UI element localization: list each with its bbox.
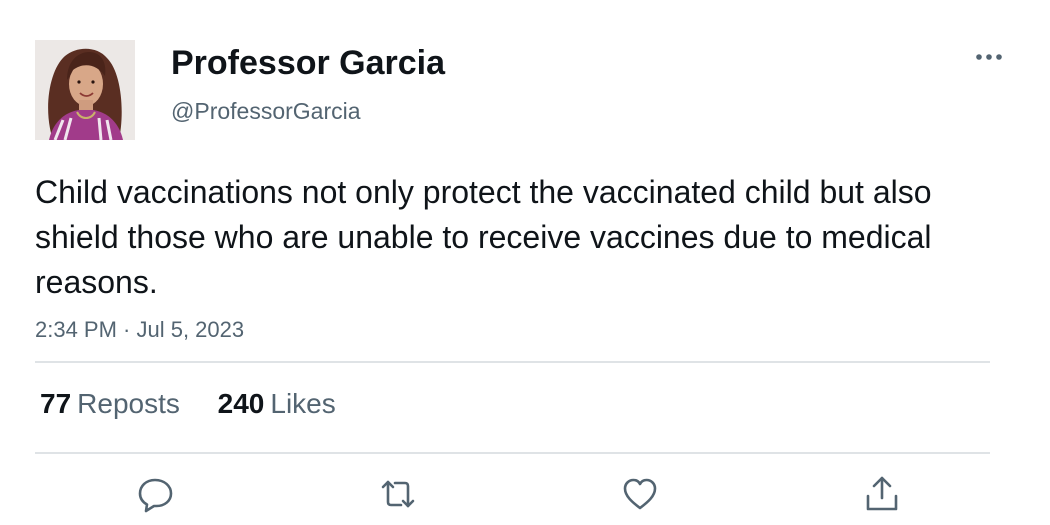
reply-icon[interactable] — [136, 474, 176, 514]
avatar[interactable] — [35, 40, 135, 140]
tweet-card: Professor Garcia @ProfessorGarcia Child … — [0, 0, 1050, 525]
profile-photo — [35, 40, 135, 140]
likes-label: Likes — [270, 388, 336, 419]
tweet-text: Child vaccinations not only protect the … — [35, 174, 932, 300]
like-icon[interactable] — [620, 474, 660, 514]
author-display-name[interactable]: Professor Garcia — [171, 43, 445, 83]
reposts-stat[interactable]: 77 Reposts — [40, 386, 180, 422]
tweet-timestamp[interactable]: 2:34 PM · Jul 5, 2023 — [35, 315, 244, 345]
reposts-label: Reposts — [77, 388, 180, 419]
more-icon[interactable] — [972, 48, 1006, 66]
engagement-stats: 77 Reposts 240 Likes — [40, 386, 366, 422]
author-handle[interactable]: @ProfessorGarcia — [171, 96, 361, 126]
likes-count: 240 — [217, 388, 265, 419]
divider — [35, 452, 990, 454]
divider — [35, 361, 990, 363]
likes-stat[interactable]: 240 Likes — [218, 386, 336, 422]
repost-icon[interactable] — [378, 474, 418, 514]
share-icon[interactable] — [862, 474, 902, 514]
reposts-count: 77 — [40, 388, 72, 419]
